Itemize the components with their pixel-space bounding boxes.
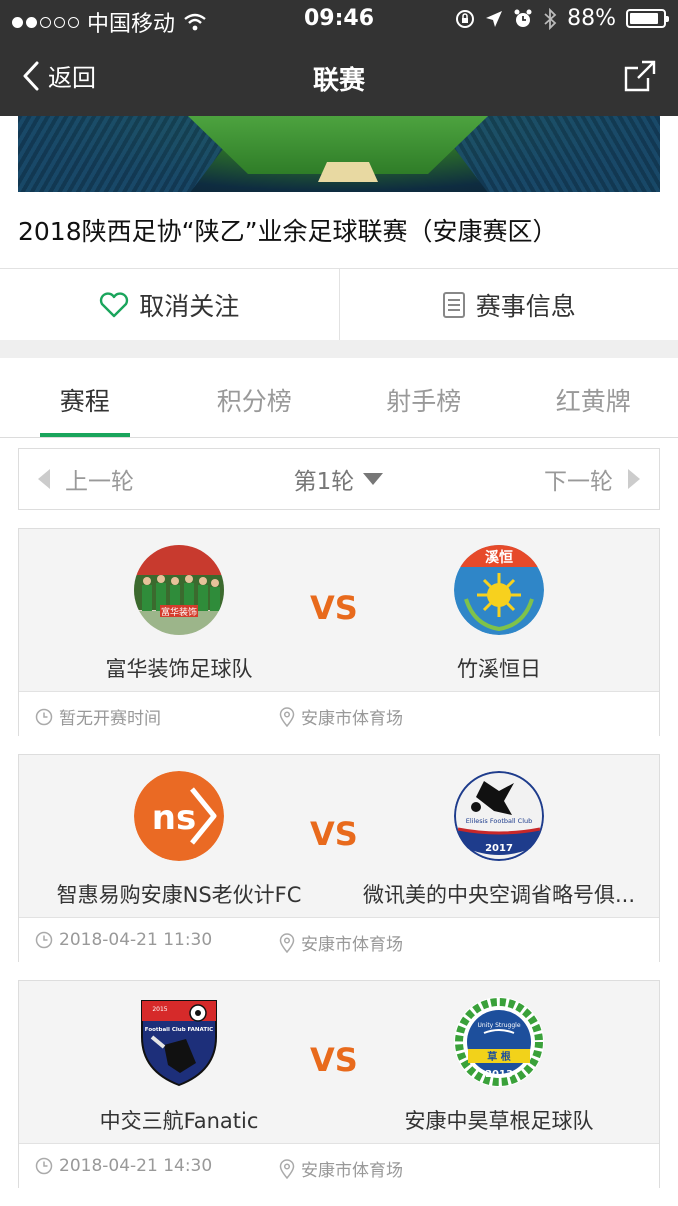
triangle-down-icon <box>363 473 384 485</box>
event-info-label: 赛事信息 <box>475 291 576 321</box>
previous-round-button[interactable]: 上一轮 <box>37 462 134 496</box>
round-selector: 上一轮 第1轮 下一轮 <box>18 448 660 510</box>
away-team[interactable]: 溪恒 竹溪恒日 <box>339 545 659 683</box>
match-venue-label: 安康市体育场 <box>301 935 403 955</box>
away-team-name: 微讯美的中央空调省略号俱... <box>362 883 636 907</box>
bluetooth-icon <box>544 7 557 30</box>
match-teams: ns 智惠易购安康NS老伙计FC VS Elilesis Football Cl… <box>19 755 659 917</box>
team-logo: 富华装饰 <box>134 545 224 635</box>
stadium-banner-image <box>18 116 660 192</box>
match-teams: 富华装饰 富华装饰足球队 VS 溪恒 竹溪恒日 <box>19 529 659 691</box>
home-team[interactable]: 2015 Football Club FANATIC 中交三航Fanatic <box>19 997 339 1135</box>
match-card[interactable]: 富华装饰 富华装饰足球队 VS 溪恒 竹溪恒日 暂无开赛时间 安康市体育场 <box>18 528 660 737</box>
match-card[interactable]: ns 智惠易购安康NS老伙计FC VS Elilesis Football Cl… <box>18 754 660 963</box>
triangle-right-icon <box>627 469 640 489</box>
battery-level <box>630 13 659 24</box>
logo-text: ns <box>152 798 196 838</box>
logo-text: Unity Struggle <box>477 1022 520 1029</box>
logo-year: 2013 <box>485 1069 513 1080</box>
away-team[interactable]: Unity Struggle 草 根 2013 安康中昊草根足球队 <box>339 997 659 1135</box>
action-bar: 取消关注 赛事信息 <box>0 268 678 340</box>
rotation-lock-icon <box>456 9 475 28</box>
football-club-crest-image: Elilesis Football Club 2017 <box>454 771 544 861</box>
unfollow-button[interactable]: 取消关注 <box>0 269 339 340</box>
match-venue-label: 安康市体育场 <box>301 709 403 729</box>
current-round-dropdown[interactable]: 第1轮 <box>294 462 385 496</box>
home-team[interactable]: ns 智惠易购安康NS老伙计FC <box>19 771 339 909</box>
battery-icon <box>626 9 669 28</box>
fanatic-shield-image: 2015 Football Club FANATIC <box>141 1000 217 1087</box>
navigation-bar: 返回 联赛 <box>0 38 678 116</box>
logo-text: 草 根 <box>487 1050 510 1063</box>
page-title: 联赛 <box>312 66 365 96</box>
event-info-button[interactable]: 赛事信息 <box>338 269 678 340</box>
match-time: 2018-04-21 11:30 <box>35 930 212 950</box>
clock-icon <box>35 708 53 725</box>
match-teams: 2015 Football Club FANATIC 中交三航Fanatic V… <box>19 981 659 1143</box>
match-time-label: 2018-04-21 11:30 <box>59 930 213 950</box>
match-venue: 安康市体育场 <box>279 704 403 729</box>
team-photo-image: 富华装饰 <box>134 545 224 635</box>
status-right: 88% <box>455 6 669 31</box>
home-team-name: 富华装饰足球队 <box>105 657 253 681</box>
logo-text: Elilesis Football Club <box>466 817 533 825</box>
logo-text: 溪恒 <box>485 549 513 566</box>
away-team-name: 安康中昊草根足球队 <box>404 1109 594 1133</box>
team-logo: Unity Struggle 草 根 2013 <box>454 997 544 1087</box>
previous-round-label: 上一轮 <box>65 469 134 495</box>
away-team-name: 竹溪恒日 <box>457 657 541 681</box>
team-logo: Elilesis Football Club 2017 <box>454 771 544 861</box>
league-title: 2018陕西足协“陕乙”业余足球联赛（安康赛区） <box>18 217 558 246</box>
clock-icon <box>35 931 53 949</box>
match-time: 2018-04-21 14:30 <box>35 1156 212 1176</box>
current-round-label: 第1轮 <box>293 469 355 495</box>
home-team[interactable]: 富华装饰 富华装饰足球队 <box>19 545 339 683</box>
clock-icon <box>35 1157 53 1175</box>
next-round-label: 下一轮 <box>543 469 613 495</box>
tab-schedule[interactable]: 赛程 <box>0 358 170 437</box>
league-header: 2018陕西足协“陕乙”业余足球联赛（安康赛区） <box>0 116 678 268</box>
match-time-label: 2018-04-21 14:30 <box>59 1156 213 1176</box>
document-icon <box>442 291 465 318</box>
logo-year: 2015 <box>152 1006 167 1013</box>
team-logo: 溪恒 <box>454 545 544 635</box>
match-card[interactable]: 2015 Football Club FANATIC 中交三航Fanatic V… <box>18 980 660 1189</box>
match-venue: 安康市体育场 <box>279 930 403 955</box>
tab-bar: 赛程 积分榜 射手榜 红黄牌 <box>0 358 678 438</box>
match-meta: 暂无开赛时间 安康市体育场 <box>19 691 659 737</box>
tab-scorers[interactable]: 射手榜 <box>339 358 509 437</box>
match-venue-label: 安康市体育场 <box>301 1161 403 1181</box>
alarm-icon <box>514 9 532 27</box>
schedule-content: 上一轮 第1轮 下一轮 富华装饰 富华装饰足球队 VS 溪恒 竹溪恒日 暂无开赛… <box>0 438 678 1206</box>
home-team-name: 智惠易购安康NS老伙计FC <box>56 883 302 907</box>
team-logo: ns <box>134 771 224 861</box>
tab-standings[interactable]: 积分榜 <box>170 358 340 437</box>
sun-crest-image: 溪恒 <box>454 545 544 635</box>
logo-text: 富华装饰 <box>161 606 197 618</box>
next-round-button[interactable]: 下一轮 <box>544 462 641 496</box>
tab-cards[interactable]: 红黄牌 <box>509 358 678 437</box>
home-team-name: 中交三航Fanatic <box>99 1109 259 1133</box>
share-icon[interactable] <box>622 58 658 94</box>
battery-percent: 88% <box>567 6 616 31</box>
grassroots-crest-image: Unity Struggle 草 根 2013 <box>454 997 544 1087</box>
triangle-left-icon <box>38 469 50 489</box>
away-team[interactable]: Elilesis Football Club 2017 微讯美的中央空调省略号俱… <box>339 771 659 909</box>
match-time: 暂无开赛时间 <box>35 704 161 729</box>
status-bar: 中国移动 09:46 88% <box>0 0 678 38</box>
match-meta: 2018-04-21 11:30 安康市体育场 <box>19 917 659 963</box>
location-pin-icon <box>279 932 295 953</box>
match-meta: 2018-04-21 14:30 安康市体育场 <box>19 1143 659 1189</box>
match-venue: 安康市体育场 <box>279 1156 403 1181</box>
unfollow-label: 取消关注 <box>139 291 240 321</box>
heart-icon <box>100 291 129 317</box>
team-logo: 2015 Football Club FANATIC <box>134 997 224 1087</box>
logo-text: Football Club FANATIC <box>145 1027 213 1033</box>
match-time-label: 暂无开赛时间 <box>59 709 161 729</box>
location-icon <box>486 10 503 27</box>
ns-logo-image: ns <box>134 771 224 861</box>
logo-year: 2017 <box>485 843 513 854</box>
location-pin-icon <box>279 1158 295 1179</box>
location-pin-icon <box>279 706 295 727</box>
